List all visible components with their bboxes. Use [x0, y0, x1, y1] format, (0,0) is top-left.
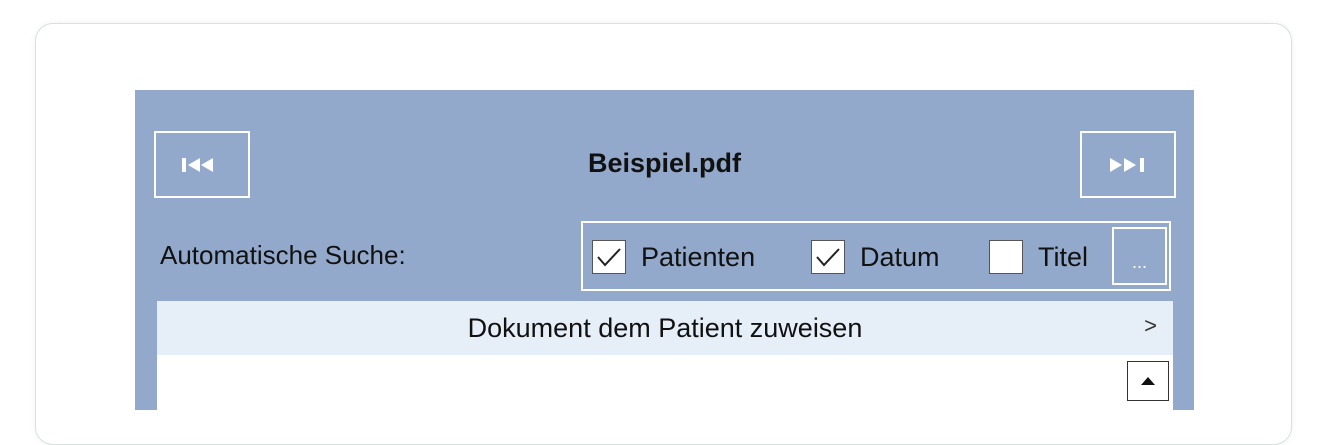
option-datum[interactable]: Datum — [811, 240, 940, 274]
option-patienten[interactable]: Patienten — [592, 240, 755, 274]
next-document-button[interactable] — [1080, 131, 1176, 198]
datum-checkbox[interactable] — [811, 240, 845, 274]
document-title: Beispiel.pdf — [587, 148, 742, 178]
titel-checkbox[interactable] — [989, 240, 1023, 274]
document-panel: Beispiel.pdf Automatische Suche: Patient… — [135, 90, 1194, 415]
skip-to-last-icon — [1110, 157, 1144, 172]
patienten-checkbox[interactable] — [592, 240, 626, 274]
titel-label: Titel — [1038, 241, 1089, 272]
patient-list-area — [157, 355, 1173, 415]
auto-search-label: Automatische Suche: — [160, 240, 406, 270]
checkmark-icon — [597, 248, 621, 267]
patienten-label: Patienten — [641, 241, 756, 272]
arrow-up-icon — [1141, 377, 1155, 385]
datum-label: Datum — [860, 241, 940, 272]
more-options-button[interactable]: ... — [1112, 227, 1167, 285]
chevron-right-icon: > — [1144, 313, 1157, 338]
assign-to-patient-bar[interactable]: Dokument dem Patient zuweisen > — [157, 301, 1173, 355]
option-titel[interactable]: Titel — [989, 240, 1088, 274]
auto-search-options: Patienten Datum Titel ... — [581, 221, 1171, 291]
assign-to-patient-label: Dokument dem Patient zuweisen — [467, 312, 863, 343]
scroll-up-button[interactable] — [1127, 361, 1169, 401]
checkmark-icon — [816, 248, 840, 267]
